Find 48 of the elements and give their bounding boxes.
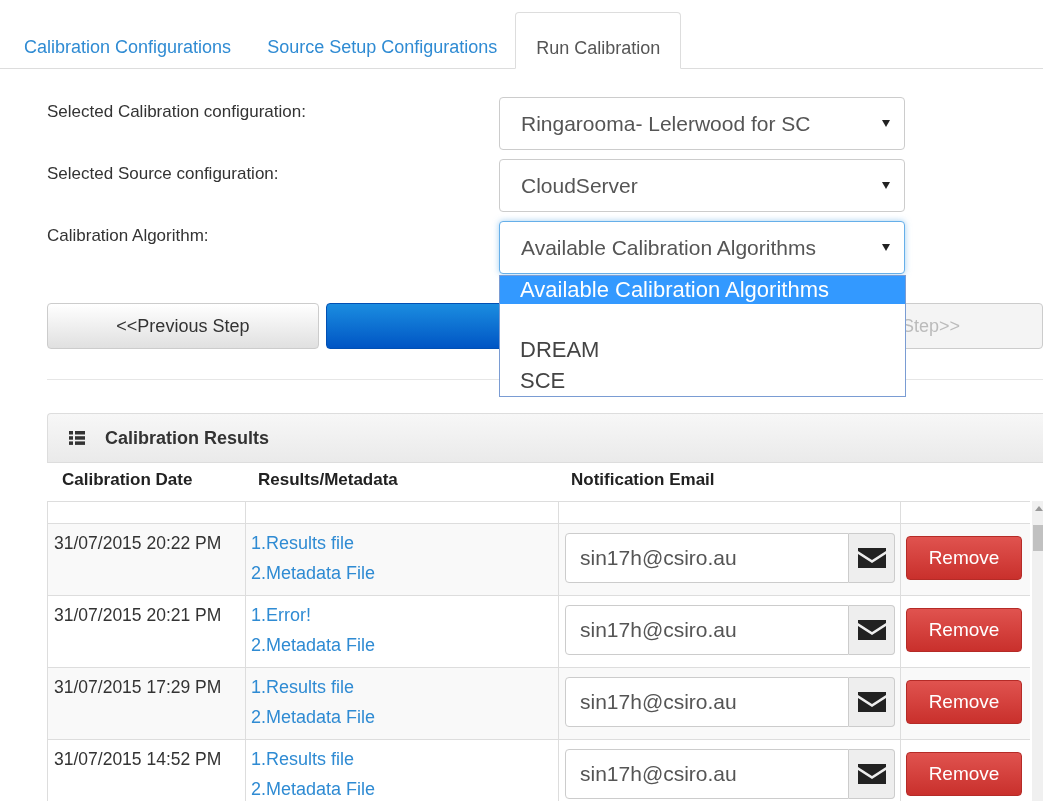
select-field[interactable]: Ringarooma- Lelerwood for SC (499, 97, 905, 150)
email-field[interactable]: sin17h@csiro.au (565, 677, 849, 727)
email-button[interactable] (849, 605, 895, 655)
file-link[interactable]: 2.Metadata File (251, 558, 558, 588)
previous-step-button[interactable]: <<Previous Step (47, 303, 319, 349)
envelope-icon (857, 764, 886, 784)
column-header: Results/Metadata (258, 470, 398, 489)
email-field[interactable]: sin17h@csiro.au (565, 533, 849, 583)
tab[interactable]: Run Calibration (515, 12, 682, 69)
dropdown-option[interactable]: SCE (500, 365, 905, 396)
email-button[interactable] (849, 749, 895, 799)
file-link[interactable]: 2.Metadata File (251, 630, 558, 660)
caret-icon (882, 244, 890, 251)
email-field[interactable]: sin17h@csiro.au (565, 749, 849, 799)
envelope-icon (857, 692, 886, 712)
field-label: Selected Source configuration: (47, 163, 280, 185)
column-header: Calibration Date (62, 470, 193, 489)
table-cell-text: 31/07/2015 20:22 PM (53, 532, 223, 555)
file-link[interactable]: 1.Results file (251, 528, 558, 558)
file-link[interactable]: 2.Metadata File (251, 702, 558, 732)
field-label: Selected Calibration configuration: (47, 101, 307, 123)
tab[interactable]: Source Setup Configurations (249, 12, 516, 68)
email-button[interactable] (849, 677, 895, 727)
remove-button[interactable]: Remove (906, 536, 1022, 580)
select-field[interactable]: CloudServer (499, 159, 905, 212)
table-cell-text: 31/07/2015 17:29 PM (53, 676, 223, 699)
remove-button[interactable]: Remove (906, 608, 1022, 652)
dropdown-option[interactable]: Available Calibration Algorithms (500, 276, 905, 304)
email-button[interactable] (849, 533, 895, 583)
caret-icon (882, 120, 890, 127)
remove-button[interactable]: Remove (906, 752, 1022, 796)
table-cell-text: 31/07/2015 14:52 PM (53, 748, 223, 771)
caret-icon (882, 182, 890, 189)
email-field[interactable]: sin17h@csiro.au (565, 605, 849, 655)
column-header: Notification Email (571, 470, 715, 489)
field-label: Calibration Algorithm: (47, 225, 210, 247)
file-link[interactable]: 1.Results file (251, 744, 558, 774)
file-link[interactable]: 1.Results file (251, 672, 558, 702)
envelope-icon (857, 620, 886, 640)
dropdown-option[interactable]: DREAM (500, 334, 905, 365)
envelope-icon (857, 548, 886, 568)
list-icon (69, 431, 85, 445)
remove-button[interactable]: Remove (906, 680, 1022, 724)
file-link[interactable]: 2.Metadata File (251, 774, 558, 801)
table-cell-text: 31/07/2015 20:21 PM (53, 604, 223, 627)
panel-title: Calibration Results (105, 426, 270, 450)
tab[interactable]: Calibration Configurations (6, 12, 250, 68)
file-link[interactable]: 1.Error! (251, 600, 558, 630)
